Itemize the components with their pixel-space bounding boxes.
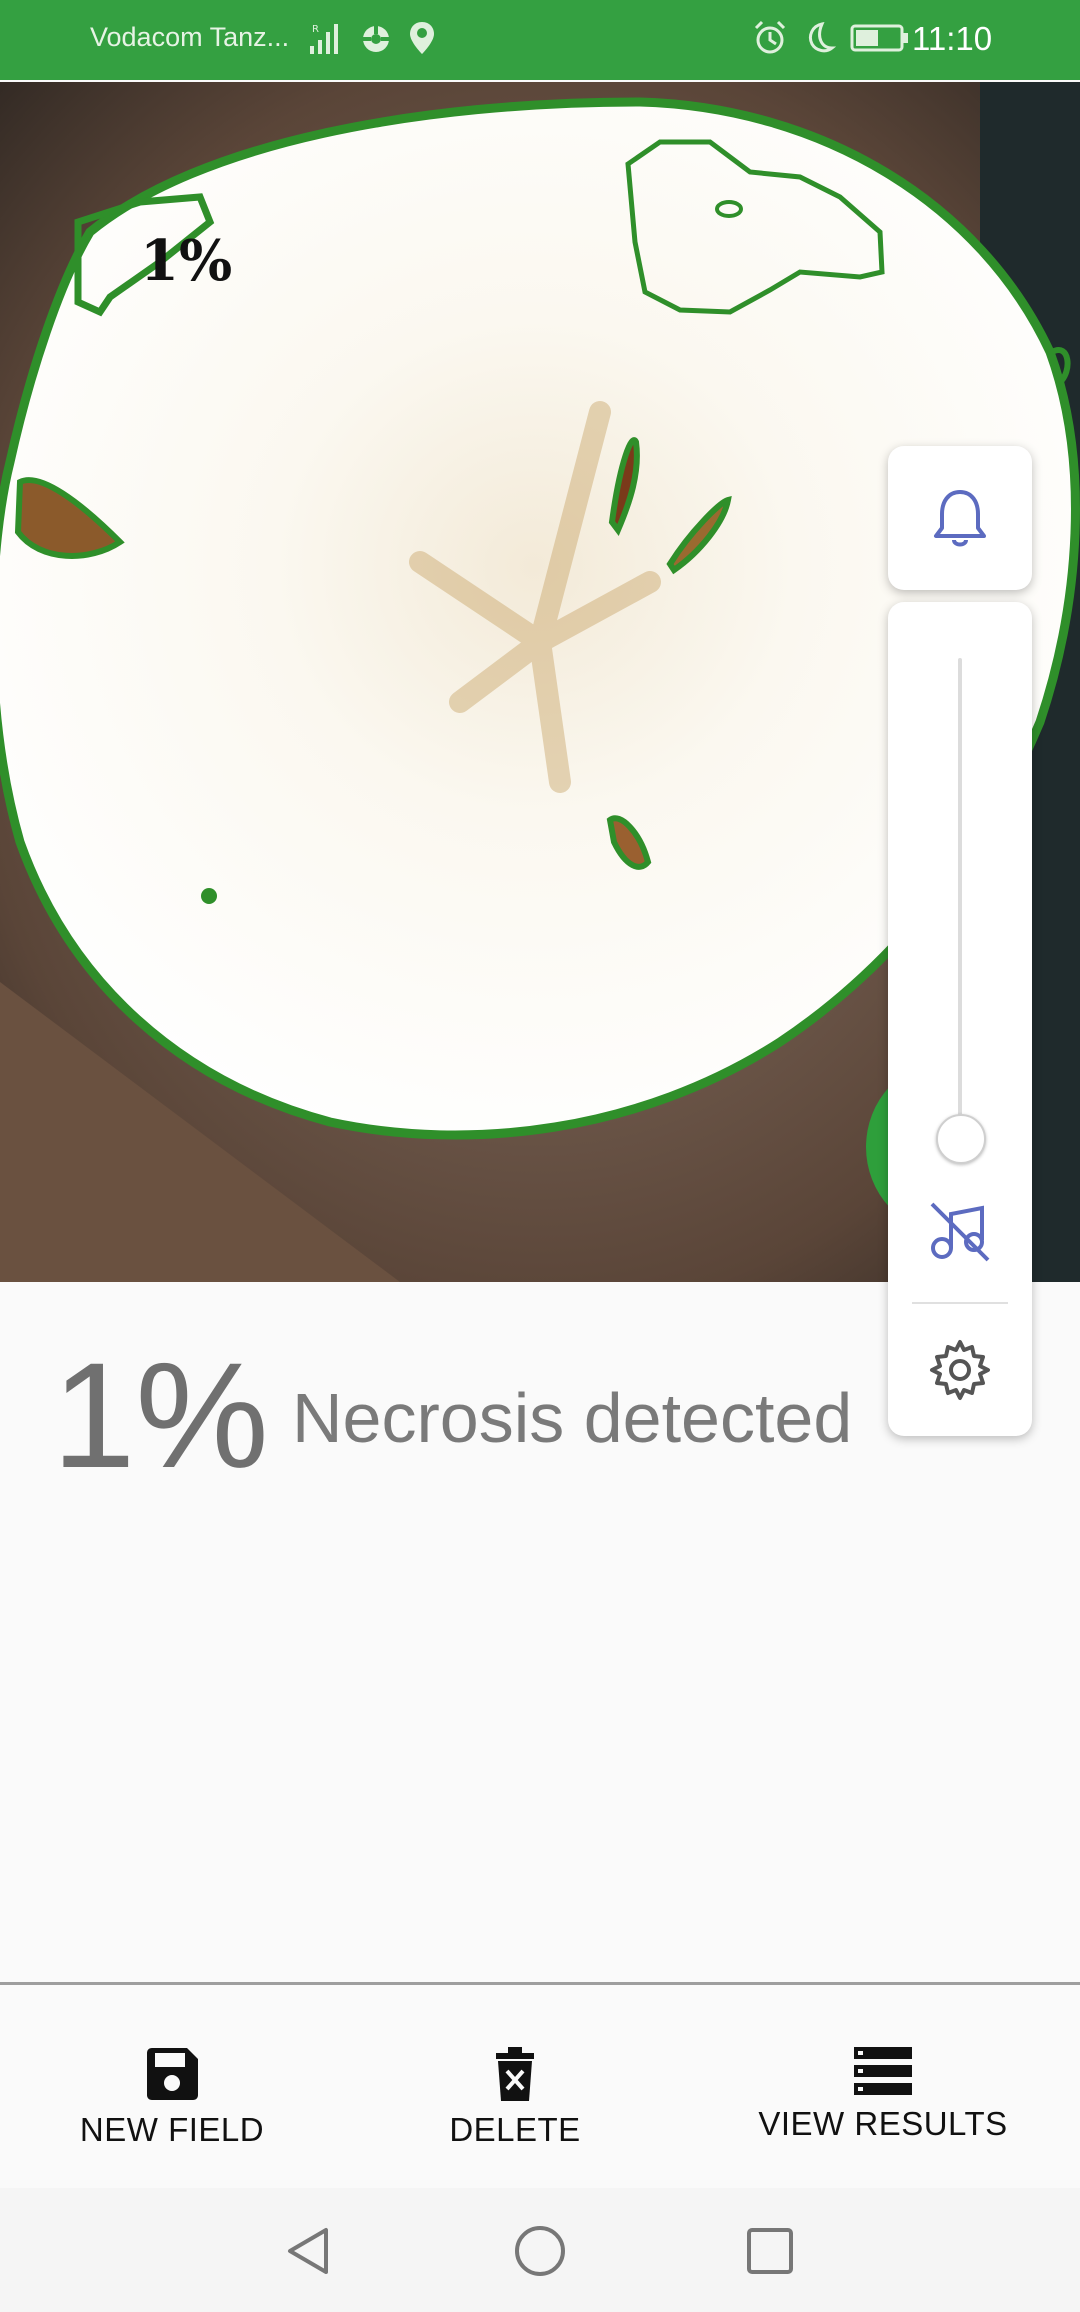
list-icon [854,2047,912,2095]
alarm-icon [754,20,786,54]
new-field-button[interactable]: NEW FIELD [64,2045,280,2149]
gear-icon[interactable] [928,1338,992,1402]
svg-text:R: R [312,24,319,35]
back-icon[interactable] [282,2224,336,2278]
bottom-action-bar: NEW FIELD DELETE VIEW RESULTS [0,1982,1080,2191]
data-saver-icon [363,26,389,52]
new-field-label: NEW FIELD [79,2111,265,2148]
view-results-label: VIEW RESULTS [758,2105,1008,2142]
location-icon [410,22,434,54]
battery-icon [850,24,908,52]
view-results-button[interactable]: VIEW RESULTS [752,2045,1014,2143]
necrosis-label: Necrosis detected [292,1379,853,1457]
volume-panel [888,602,1032,1436]
system-nav-bar [0,2188,1080,2312]
overlay-percentage-label: 1% [140,228,233,294]
signal-icon: R [310,24,338,54]
carrier-name: Vodacom Tanz... [90,22,290,52]
recents-icon[interactable] [743,2224,797,2278]
home-icon[interactable] [513,2224,567,2278]
ringer-mode-button[interactable] [888,446,1032,590]
music-off-icon[interactable] [926,1198,994,1266]
delete-icon [496,2047,534,2101]
delete-button[interactable]: DELETE [430,2045,600,2149]
delete-label: DELETE [449,2111,581,2148]
status-bar: Vodacom Tanz... R 11:10 [0,0,1080,80]
clock: 11:10 [912,20,993,57]
panel-divider [912,1302,1008,1304]
save-icon [147,2048,198,2100]
volume-slider-track[interactable] [958,658,962,1138]
bell-icon [934,490,986,547]
moon-icon [808,21,836,53]
necrosis-percentage: 1% [52,1331,269,1499]
volume-slider-thumb[interactable] [936,1114,986,1164]
